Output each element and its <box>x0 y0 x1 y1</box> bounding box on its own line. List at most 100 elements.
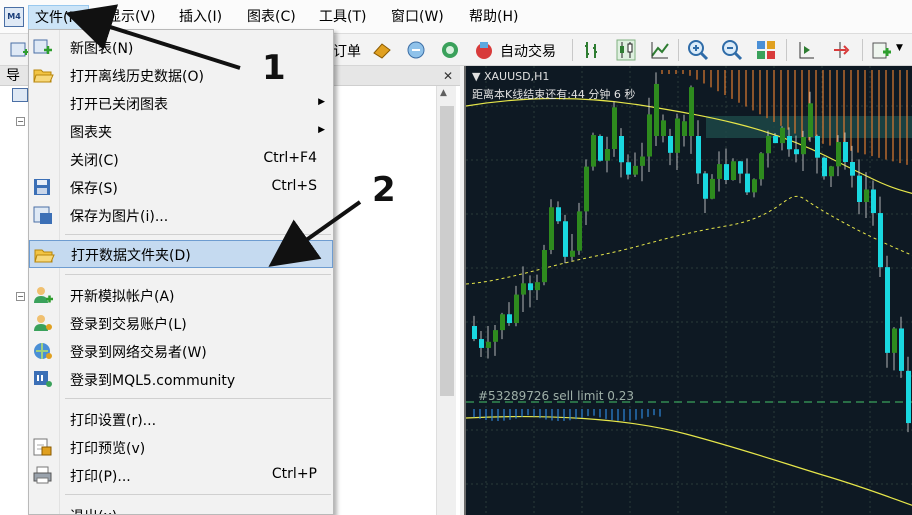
candle-body <box>801 136 806 155</box>
menu-item-save-as-picture[interactable]: 保存为图片(i)... <box>29 201 333 229</box>
candle-body <box>815 136 820 158</box>
candle-body <box>773 136 778 144</box>
metaeditor-icon[interactable] <box>370 38 394 62</box>
new-chart-icon <box>32 37 54 57</box>
print-icon <box>32 465 54 485</box>
candle-body <box>521 283 526 295</box>
signals-icon[interactable] <box>404 38 428 62</box>
chart-window[interactable]: ▼ XAUUSD,H1 距离本K线结束还有:44 分钟 6 秒 #5328972… <box>464 66 912 515</box>
menu-view[interactable]: 显示(V) <box>101 5 162 30</box>
submenu-arrow-icon: ▶ <box>318 97 325 107</box>
web-trader-icon <box>32 341 54 361</box>
menu-item-label: 退出(x) <box>70 506 117 514</box>
menu-file[interactable]: 文件(F) <box>28 5 89 30</box>
market-icon[interactable] <box>438 38 462 62</box>
tile-windows-icon[interactable] <box>754 38 778 62</box>
menu-item-login-mql5[interactable]: 登录到MQL5.community <box>29 365 333 393</box>
candle-body <box>549 207 554 250</box>
candle-body <box>703 173 708 199</box>
toolbar-separator <box>678 39 679 61</box>
menu-item-login-web-trader[interactable]: 登录到网络交易者(W) <box>29 337 333 365</box>
candle-body <box>794 149 799 155</box>
menu-item-print-setup[interactable]: 打印设置(r)... <box>29 405 333 433</box>
candle-body <box>556 207 561 222</box>
candle-body <box>738 161 743 174</box>
candle-body <box>542 249 547 283</box>
menu-item-open-data-folder[interactable]: 打开数据文件夹(D) <box>29 240 333 268</box>
terminal-icon <box>12 88 28 102</box>
candle-body <box>661 120 666 136</box>
autotrading-label[interactable]: 自动交易 <box>500 41 556 61</box>
candle-body <box>808 103 813 137</box>
menu-item-exit[interactable]: 退出(x) <box>29 501 333 514</box>
candle-body <box>822 157 827 177</box>
menu-window[interactable]: 窗口(W) <box>385 5 450 30</box>
line-chart-icon[interactable] <box>648 38 672 62</box>
candle-body <box>598 136 603 161</box>
indicators-dropdown-icon[interactable]: ▼ <box>896 43 903 53</box>
candle-body <box>535 282 540 291</box>
navigator-scrollbar[interactable]: ▲ <box>436 86 456 515</box>
menu-item-save[interactable]: 保存(S) Ctrl+S <box>29 173 333 201</box>
menu-item-login-trade-account[interactable]: 登录到交易账户(L) <box>29 309 333 337</box>
candle-body <box>675 118 680 153</box>
menu-item-open-offline[interactable]: 打开离线历史数据(O) <box>29 61 333 89</box>
auto-scroll-icon[interactable] <box>794 38 818 62</box>
menu-item-label: 打印(P)... <box>70 469 131 485</box>
chart-symbol: XAUUSD,H1 <box>483 70 550 83</box>
scroll-up-icon[interactable]: ▲ <box>440 88 447 98</box>
bar-chart-icon[interactable] <box>580 38 604 62</box>
candle-body <box>486 341 491 348</box>
indicators-icon[interactable] <box>870 38 894 62</box>
chart-symbol-label: ▼ XAUUSD,H1 <box>472 70 550 83</box>
candle-body <box>479 339 484 348</box>
candle-body <box>885 267 890 353</box>
tree-expand-icon[interactable]: − <box>16 292 25 301</box>
new-order-button-label[interactable]: 订单 <box>333 41 361 61</box>
candle-body <box>514 294 519 324</box>
candle-body <box>668 136 673 153</box>
candle-body <box>752 179 757 193</box>
menu-item-profiles[interactable]: 图表夹 ▶ <box>29 117 333 145</box>
menu-item-new-chart[interactable]: 新图表(N) <box>29 33 333 61</box>
candle-body <box>906 370 911 424</box>
menu-insert[interactable]: 插入(I) <box>173 5 228 30</box>
candlestick-icon[interactable] <box>614 38 638 62</box>
zoom-in-icon[interactable] <box>686 38 710 62</box>
tree-expand-icon[interactable]: − <box>16 117 25 126</box>
menu-item-shortcut: Ctrl+F4 <box>263 150 317 166</box>
candle-body <box>626 162 631 175</box>
menu-item-label: 图表夹 <box>70 125 112 141</box>
menu-item-label: 保存为图片(i)... <box>70 209 169 225</box>
menu-tools[interactable]: 工具(T) <box>313 5 372 30</box>
zoom-out-icon[interactable] <box>720 38 744 62</box>
menu-charts[interactable]: 图表(C) <box>241 5 302 30</box>
candle-body <box>864 189 869 203</box>
menu-help[interactable]: 帮助(H) <box>463 5 524 30</box>
menu-item-open-closed-charts[interactable]: 打开已关闭图表 ▶ <box>29 89 333 117</box>
menu-item-print-preview[interactable]: 打印预览(v) <box>29 433 333 461</box>
chart-shift-icon[interactable] <box>828 38 852 62</box>
candle-body <box>619 136 624 163</box>
candle-body <box>766 135 771 154</box>
band-middle-line <box>466 195 912 285</box>
save-picture-icon <box>32 205 54 225</box>
file-menu-dropdown: 新图表(N) 打开离线历史数据(O) 打开已关闭图表 ▶ 图表夹 ▶ 关闭(C)… <box>28 29 334 515</box>
candle-body <box>563 221 568 257</box>
menu-separator <box>65 398 331 399</box>
menu-item-close[interactable]: 关闭(C) Ctrl+F4 <box>29 145 333 173</box>
menu-item-open-demo-account[interactable]: 开新模拟帐户(A) <box>29 281 333 309</box>
autotrading-icon[interactable] <box>472 38 496 62</box>
candle-body <box>500 314 505 331</box>
menu-item-label: 打开数据文件夹(D) <box>71 248 191 264</box>
candle-body <box>850 161 855 176</box>
candle-body <box>724 164 729 181</box>
menu-item-print[interactable]: 打印(P)... Ctrl+P <box>29 461 333 489</box>
close-icon[interactable]: ✕ <box>440 68 456 84</box>
candle-body <box>892 328 897 353</box>
scrollbar-thumb[interactable] <box>440 106 454 396</box>
candle-body <box>829 166 834 177</box>
pending-order-label: #53289726 sell limit 0.23 <box>478 389 634 403</box>
candle-body <box>507 314 512 324</box>
toolbar-separator <box>786 39 787 61</box>
